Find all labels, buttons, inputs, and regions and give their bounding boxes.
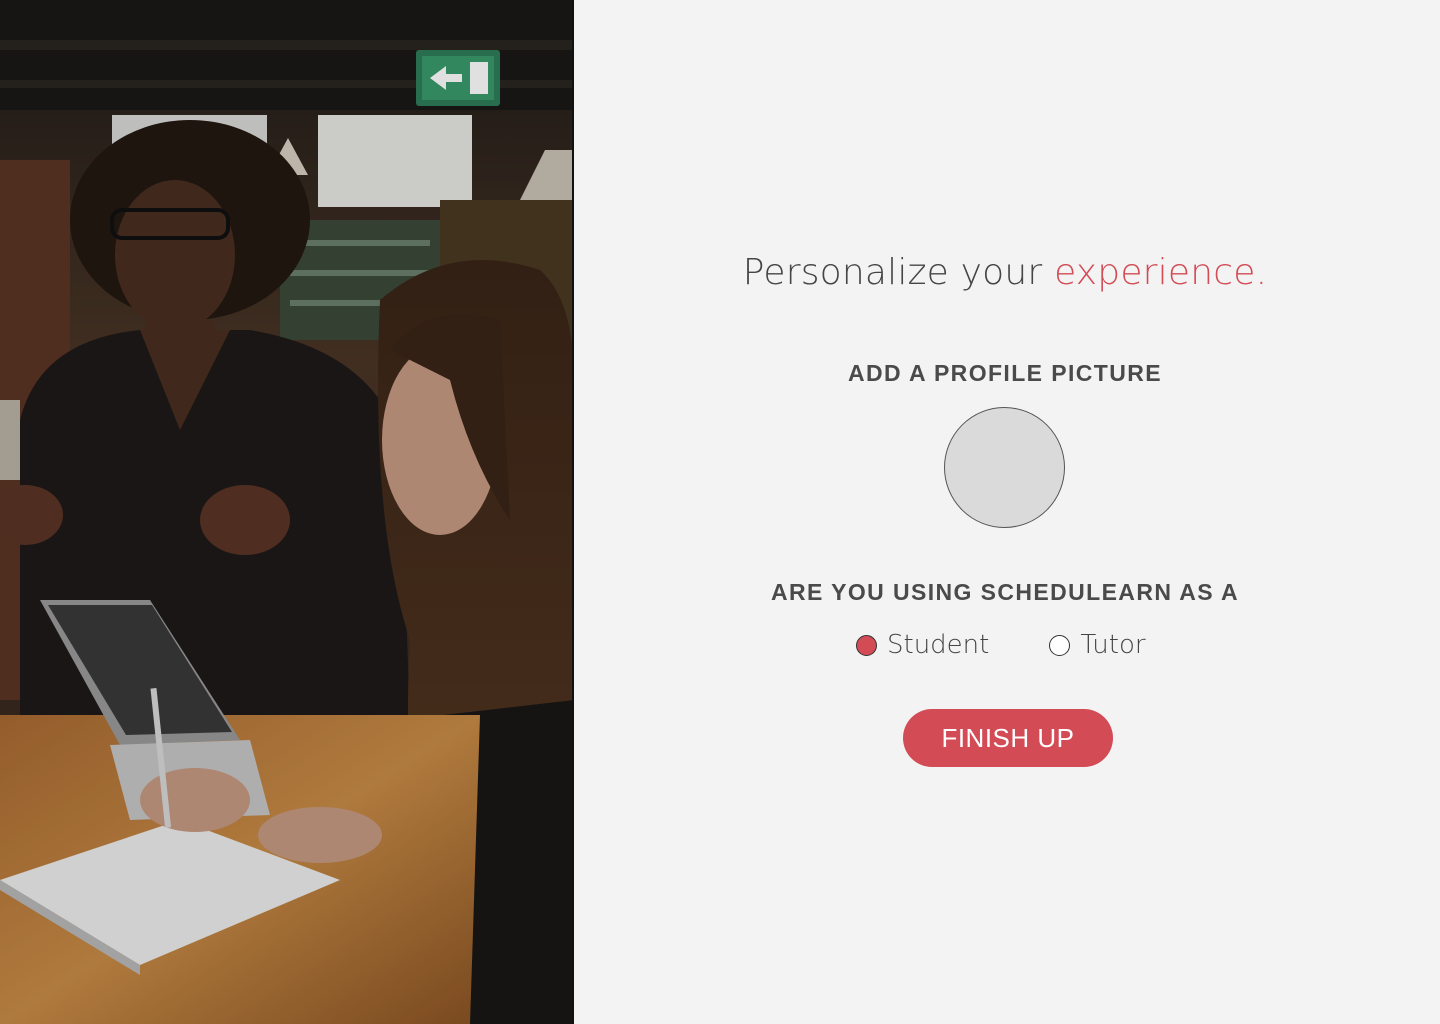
photo-image xyxy=(0,0,572,1024)
student-radio[interactable] xyxy=(856,634,877,656)
role-option-tutor[interactable]: Tutor xyxy=(1049,630,1146,660)
tutor-label: Tutor xyxy=(1080,630,1146,660)
finish-up-button[interactable]: FINISH UP xyxy=(903,709,1113,767)
role-option-student[interactable]: Student xyxy=(856,630,989,660)
personalize-form: Personalize your experience. ADD A PROFI… xyxy=(576,0,1440,1024)
role-question-label: ARE YOU USING SCHEDULEARN AS A xyxy=(771,579,1239,605)
tutor-radio[interactable] xyxy=(1049,634,1071,656)
signup-personalize-page: Personalize your experience. ADD A PROFI… xyxy=(0,0,1440,1024)
page-title: Personalize your experience. xyxy=(576,252,1434,293)
student-label: Student xyxy=(887,630,990,660)
role-radio-group: Student Tutor xyxy=(856,627,1146,663)
profile-picture-upload[interactable] xyxy=(944,407,1065,528)
profile-picture-label: ADD A PROFILE PICTURE xyxy=(848,360,1162,386)
title-accent: experience. xyxy=(1054,252,1268,293)
hero-photo xyxy=(0,0,574,1024)
title-main: Personalize your xyxy=(742,252,1055,293)
